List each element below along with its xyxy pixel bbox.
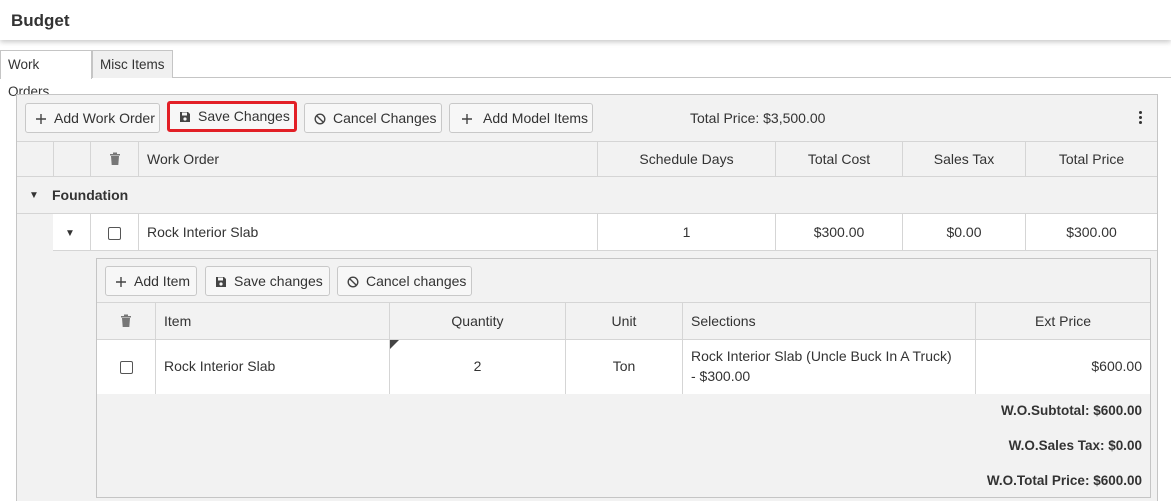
top-bar: Budget [0, 0, 1171, 40]
cancel-changes-label: Cancel Changes [333, 110, 437, 126]
column-header-work-order[interactable]: Work Order [138, 142, 597, 176]
column-header-ext-price[interactable]: Ext Price [975, 303, 1150, 339]
quantity-text: 2 [473, 358, 482, 374]
tab-misc-items[interactable]: Misc Items [92, 50, 173, 78]
detail-header-delete-cell [97, 303, 155, 339]
wo-subtotal: W.O.Subtotal: $600.00 [1000, 403, 1142, 418]
detail-toolbar: Add Item Save changes Cancel changes [97, 259, 1150, 303]
plus-icon [34, 104, 48, 132]
trash-icon[interactable] [109, 151, 121, 167]
detail-row-checkbox[interactable] [119, 360, 133, 374]
save-changes-label: Save Changes [198, 108, 290, 124]
work-orders-grid: Add Work Order Save Changes Cancel Chang… [16, 94, 1158, 501]
column-header-item[interactable]: Item [155, 303, 389, 339]
quantity-value[interactable]: 2 [389, 340, 565, 394]
trash-icon[interactable] [120, 313, 132, 329]
total-cost-value[interactable]: $300.00 [775, 214, 902, 250]
grid-toolbar: Add Work Order Save Changes Cancel Chang… [17, 95, 1157, 142]
floppy-disk-icon [178, 104, 192, 128]
table-row[interactable]: Rock Interior Slab 2 Ton Rock Interior S… [97, 340, 1150, 394]
table-row[interactable]: ▼ Rock Interior Slab 1 $300.00 $0.00 $30… [53, 214, 1157, 251]
cancel-circle-icon [346, 267, 360, 295]
triangle-down-icon[interactable]: ▼ [65, 228, 75, 239]
plus-icon [460, 104, 474, 132]
wo-sales-tax: W.O.Sales Tax: $0.00 [1008, 438, 1142, 453]
add-item-label: Add Item [134, 273, 191, 289]
add-item-button[interactable]: Add Item [105, 266, 197, 296]
item-name[interactable]: Rock Interior Slab [155, 340, 389, 394]
row-checkbox-cell [90, 214, 138, 250]
save-changes-button[interactable]: Save Changes [167, 101, 297, 132]
cancel-circle-icon [313, 104, 327, 132]
triangle-down-icon[interactable]: ▼ [29, 190, 39, 201]
total-price-text: Total Price: $3,500.00 [690, 110, 826, 126]
add-model-items-label: Add Model Items [483, 110, 589, 126]
detail-row-checkbox-cell [97, 340, 155, 394]
column-header-quantity[interactable]: Quantity [389, 303, 565, 339]
page-title: Budget [11, 11, 70, 30]
cancel-changes-button[interactable]: Cancel Changes [304, 103, 442, 133]
row-checkbox[interactable] [108, 226, 121, 240]
save-changes-detail-button[interactable]: Save changes [205, 266, 330, 296]
kebab-menu-icon[interactable] [1133, 110, 1147, 128]
work-order-detail-panel: Add Item Save changes Cancel changes Ite… [96, 258, 1151, 498]
header-expand-cell [53, 142, 90, 176]
ext-price-value[interactable]: $600.00 [975, 340, 1150, 394]
header-delete-cell [90, 142, 138, 176]
column-header-schedule-days[interactable]: Schedule Days [597, 142, 775, 176]
cancel-changes-detail-label: Cancel changes [366, 273, 467, 289]
floppy-disk-icon [214, 267, 228, 295]
cancel-changes-detail-button[interactable]: Cancel changes [337, 266, 472, 296]
schedule-days-value[interactable]: 1 [597, 214, 775, 250]
add-model-items-button[interactable]: Add Model Items [449, 103, 593, 133]
group-row-foundation[interactable]: ▼ Foundation [17, 177, 1157, 214]
unit-value[interactable]: Ton [565, 340, 682, 394]
grid-header-row: Work Order Schedule Days Total Cost Sale… [17, 142, 1157, 177]
wo-total-price: W.O.Total Price: $600.00 [986, 473, 1142, 488]
tab-work-orders[interactable]: Work Orders [0, 50, 92, 99]
save-changes-detail-label: Save changes [234, 273, 323, 289]
group-label: Foundation [52, 187, 129, 203]
work-order-name[interactable]: Rock Interior Slab [138, 214, 597, 250]
detail-header-row: Item Quantity Unit Selections Ext Price [97, 303, 1150, 340]
dirty-cell-marker [390, 340, 399, 349]
total-price-value[interactable]: $300.00 [1025, 214, 1157, 250]
column-header-total-price[interactable]: Total Price [1025, 142, 1157, 176]
column-header-unit[interactable]: Unit [565, 303, 682, 339]
plus-icon [114, 267, 128, 295]
column-header-sales-tax[interactable]: Sales Tax [902, 142, 1025, 176]
column-header-total-cost[interactable]: Total Cost [775, 142, 902, 176]
selections-value[interactable]: Rock Interior Slab (Uncle Buck In A Truc… [682, 340, 975, 394]
sales-tax-value[interactable]: $0.00 [902, 214, 1025, 250]
add-work-order-button[interactable]: Add Work Order [25, 103, 160, 133]
add-work-order-label: Add Work Order [54, 110, 155, 126]
tab-strip: Work Orders Misc Items [0, 50, 1171, 99]
column-header-selections[interactable]: Selections [682, 303, 975, 339]
